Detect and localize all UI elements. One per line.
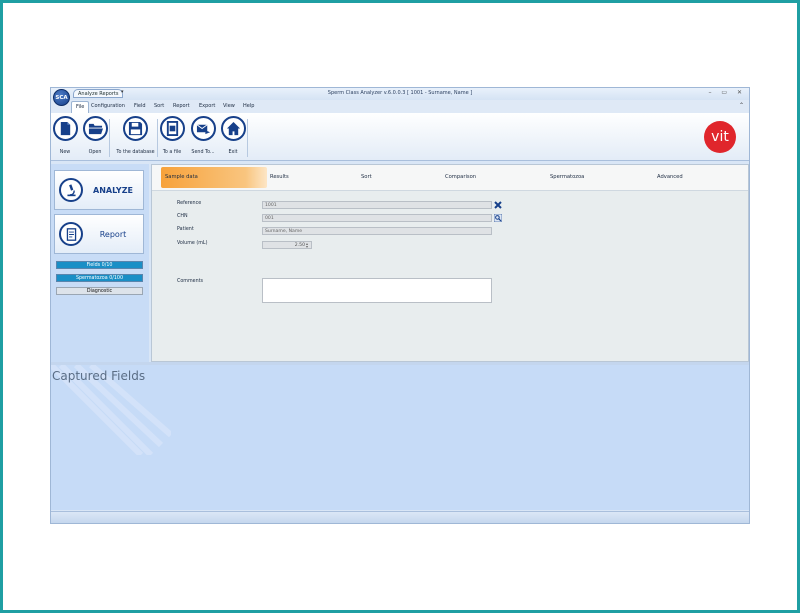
volume-stepper[interactable]: 2.50 — [262, 241, 312, 249]
to-the-database-button[interactable]: To the database — [113, 116, 158, 158]
reference-field[interactable]: 1001 — [262, 201, 492, 209]
patient-field[interactable]: Surname, Name — [262, 227, 492, 235]
captured-fields-panel: Captured Fields — [51, 365, 749, 510]
app-window: Analyze Reports ▾ Sperm Class Analyzer v… — [50, 87, 750, 524]
ribbon: New Open To the database To a file Send … — [51, 113, 749, 161]
captured-fields-title: Captured Fields — [52, 369, 146, 383]
report-document-icon — [59, 222, 83, 246]
to-a-file-button[interactable]: To a file — [159, 116, 185, 158]
menu-configuration[interactable]: Configuration — [91, 103, 125, 109]
new-button[interactable]: New — [52, 116, 78, 158]
menu-report[interactable]: Report — [173, 103, 190, 109]
fields-counter-button[interactable]: Fields 0/10 — [56, 261, 143, 269]
reference-label: Reference — [177, 201, 202, 206]
ribbon-separator — [109, 119, 110, 157]
menu-view[interactable]: View — [223, 103, 235, 109]
to-a-file-label: To a file — [162, 150, 182, 155]
report-button[interactable]: Report — [54, 214, 144, 254]
ribbon-separator — [157, 119, 158, 157]
analyze-label: ANALYZE — [93, 185, 133, 195]
open-label: Open — [88, 150, 102, 155]
spermatozoa-counter-button[interactable]: Spermatozoa 0/100 — [56, 274, 143, 282]
app-orb-button[interactable]: SCA — [53, 89, 70, 106]
title-bar: Analyze Reports ▾ Sperm Class Analyzer v… — [51, 88, 749, 100]
to-the-database-label: To the database — [116, 150, 155, 155]
tab-sample-data[interactable]: Sample data — [161, 167, 267, 188]
menu-bar: File Configuration Field Sort Report Exp… — [51, 100, 749, 113]
ribbon-separator — [247, 119, 248, 157]
open-button[interactable]: Open — [82, 116, 108, 158]
analyze-button[interactable]: ANALYZE — [54, 170, 144, 210]
floppy-disk-icon — [123, 116, 148, 141]
volume-value: 2.50 — [294, 243, 305, 248]
send-to-label: Send To... — [191, 150, 215, 155]
collapse-ribbon-icon[interactable]: ⌃ — [739, 102, 744, 109]
tab-strip: Sample data Results Sort Comparison Sper… — [152, 165, 748, 191]
export-file-icon — [159, 116, 185, 141]
menu-file[interactable]: File — [71, 101, 90, 113]
sample-data-panel: Sample data Results Sort Comparison Sper… — [151, 164, 749, 362]
diagnostic-button[interactable]: Diagnostic — [56, 287, 143, 295]
status-bar — [51, 511, 749, 523]
menu-export[interactable]: Export — [199, 103, 215, 109]
vit-logo: vit — [704, 121, 736, 153]
menu-field[interactable]: Field — [134, 103, 146, 109]
new-label: New — [59, 150, 71, 155]
stepper-arrows-icon[interactable]: ▴ ▾ — [306, 242, 308, 249]
menu-help[interactable]: Help — [243, 103, 254, 109]
folder-open-icon — [82, 116, 108, 141]
tab-results[interactable]: Results — [270, 174, 289, 180]
report-label: Report — [99, 229, 127, 239]
search-icon[interactable] — [494, 214, 502, 222]
microscope-icon — [59, 178, 83, 202]
chn-field[interactable]: 001 — [262, 214, 492, 222]
left-panel: ANALYZE Report Fields 0/10 Spermatozoa 0… — [51, 164, 149, 364]
tab-advanced[interactable]: Advanced — [657, 174, 683, 180]
exit-label: Exit — [228, 150, 238, 155]
patient-label: Patient — [177, 227, 194, 232]
tab-comparison[interactable]: Comparison — [445, 174, 476, 180]
send-to-button[interactable]: Send To... — [188, 116, 218, 158]
send-mail-icon — [190, 116, 216, 141]
new-file-icon — [52, 116, 78, 141]
volume-label: Volume (mL) — [177, 241, 208, 246]
tab-sort[interactable]: Sort — [361, 174, 372, 180]
window-title: Sperm Class Analyzer v.6.0.0.3 [ 1001 - … — [327, 90, 473, 96]
window-controls[interactable]: – ▭ ✕ — [708, 89, 746, 96]
tab-spermatozoa[interactable]: Spermatozoa — [550, 174, 584, 180]
comments-textarea[interactable] — [262, 278, 492, 303]
chn-label: CHN — [177, 214, 188, 219]
home-icon — [220, 116, 246, 141]
exit-button[interactable]: Exit — [220, 116, 246, 158]
clear-icon[interactable] — [494, 201, 502, 209]
comments-label: Comments — [177, 279, 204, 284]
menu-sort[interactable]: Sort — [154, 103, 164, 109]
